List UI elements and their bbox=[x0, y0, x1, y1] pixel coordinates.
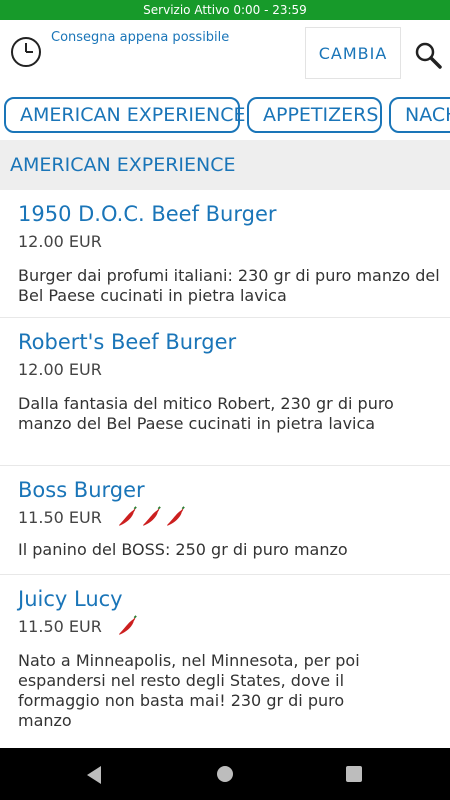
header: Consegna appena possibile CAMBIA bbox=[0, 20, 450, 91]
menu-item[interactable]: Robert's Beef Burger 12.00 EUR Dalla fan… bbox=[0, 318, 450, 466]
tab-label: NACH bbox=[405, 104, 450, 126]
android-nav-bar bbox=[0, 748, 450, 800]
item-price: 12.00 EUR bbox=[18, 360, 102, 379]
chili-pepper-icon bbox=[118, 506, 137, 526]
clock-icon[interactable] bbox=[10, 36, 42, 68]
item-description: Burger dai profumi italiani: 230 gr di p… bbox=[18, 266, 440, 305]
item-description: Dalla fantasia del mitico Robert, 230 gr… bbox=[18, 394, 394, 433]
section-header: AMERICAN EXPERIENCE bbox=[0, 140, 450, 190]
tab-label: APPETIZERS bbox=[263, 104, 379, 126]
item-price: 11.50 EUR bbox=[18, 616, 102, 636]
tab-label: AMERICAN EXPERIENCE bbox=[20, 104, 246, 126]
item-description: Il panino del BOSS: 250 gr di puro manzo bbox=[18, 540, 348, 559]
tab-appetizers[interactable]: APPETIZERS bbox=[247, 97, 382, 133]
back-icon[interactable] bbox=[83, 764, 105, 786]
chili-pepper-icon bbox=[142, 506, 161, 526]
menu-item[interactable]: 1950 D.O.C. Beef Burger 12.00 EUR Burger… bbox=[0, 190, 450, 318]
spiciness-indicator bbox=[114, 615, 138, 637]
item-name: Boss Burger bbox=[18, 478, 145, 502]
price-row: 11.50 EUR bbox=[18, 615, 440, 637]
item-name: Robert's Beef Burger bbox=[18, 330, 237, 354]
category-tabs: AMERICAN EXPERIENCE APPETIZERS NACH bbox=[0, 90, 450, 140]
change-button-label: CAMBIA bbox=[318, 43, 388, 63]
price-row: 11.50 EUR bbox=[18, 506, 440, 528]
status-bar: Servizio Attivo 0:00 - 23:59 bbox=[0, 0, 450, 20]
delivery-time-text[interactable]: Consegna appena possibile bbox=[51, 30, 229, 45]
section-title: AMERICAN EXPERIENCE bbox=[10, 154, 236, 176]
item-price: 12.00 EUR bbox=[18, 232, 102, 251]
chili-pepper-icon bbox=[118, 615, 137, 635]
tab-nachos[interactable]: NACH bbox=[389, 97, 450, 133]
item-description: Nato a Minneapolis, nel Minnesota, per p… bbox=[18, 651, 360, 730]
item-name: Juicy Lucy bbox=[18, 587, 123, 611]
service-status-text: Servizio Attivo 0:00 - 23:59 bbox=[143, 3, 307, 17]
menu-item[interactable]: Boss Burger 11.50 EUR Il panino del BOSS… bbox=[0, 466, 450, 575]
item-name: 1950 D.O.C. Beef Burger bbox=[18, 202, 277, 226]
menu-list: 1950 D.O.C. Beef Burger 12.00 EUR Burger… bbox=[0, 190, 450, 743]
chili-pepper-icon bbox=[166, 506, 185, 526]
recent-apps-icon[interactable] bbox=[345, 765, 363, 783]
menu-item[interactable]: Juicy Lucy 11.50 EUR Nato a Minneapolis,… bbox=[0, 575, 450, 743]
change-button[interactable]: CAMBIA bbox=[305, 27, 401, 79]
spiciness-indicator bbox=[114, 506, 186, 528]
home-icon[interactable] bbox=[215, 764, 235, 784]
tab-american-experience[interactable]: AMERICAN EXPERIENCE bbox=[4, 97, 246, 133]
item-price: 11.50 EUR bbox=[18, 507, 102, 527]
price-row: 12.00 EUR bbox=[18, 360, 440, 379]
price-row: 12.00 EUR bbox=[18, 232, 440, 251]
search-icon[interactable] bbox=[413, 40, 443, 70]
